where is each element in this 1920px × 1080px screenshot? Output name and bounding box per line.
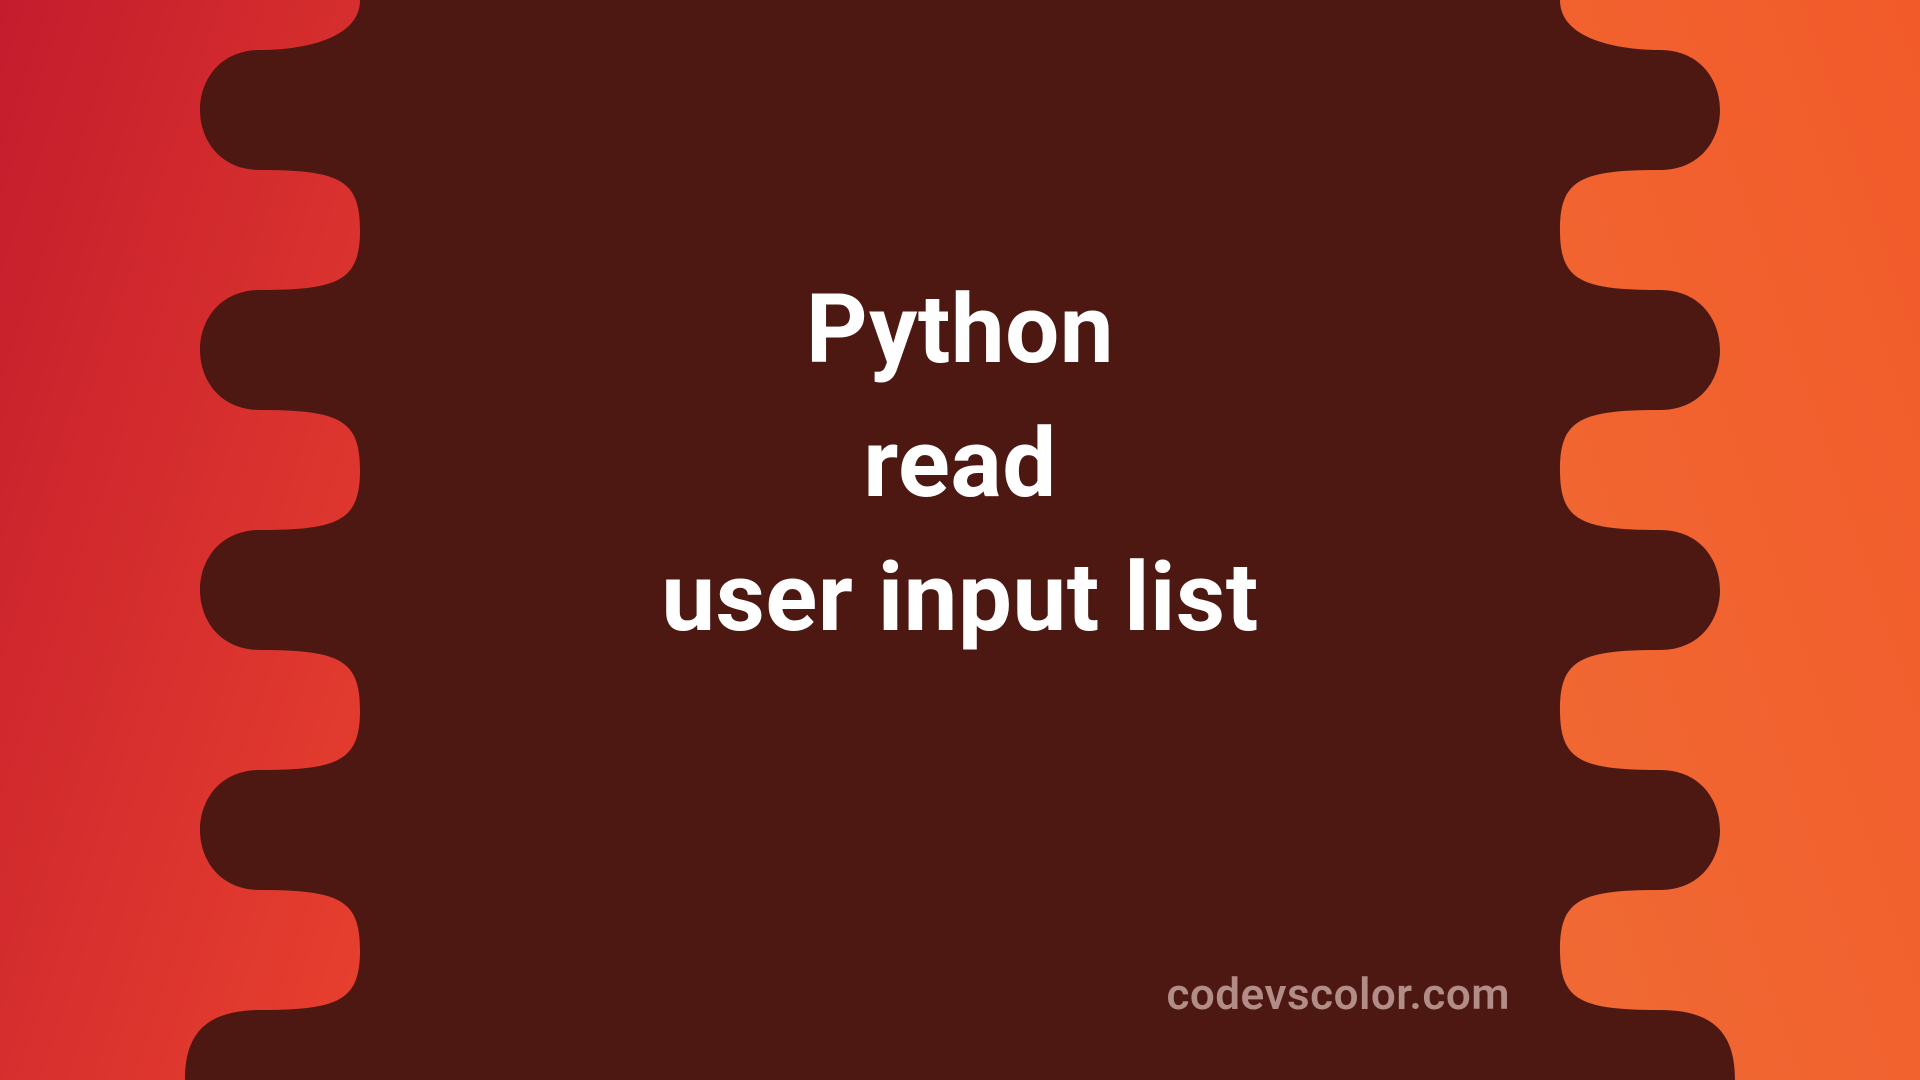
title-line-2: read bbox=[863, 404, 1057, 524]
hero-banner: Python read user input list codevscolor.… bbox=[0, 0, 1920, 1080]
title-line-3: user input list bbox=[661, 538, 1258, 658]
title-line-1: Python bbox=[806, 270, 1114, 390]
watermark-text: codevscolor.com bbox=[1166, 968, 1510, 1020]
title: Python read user input list bbox=[0, 270, 1920, 658]
